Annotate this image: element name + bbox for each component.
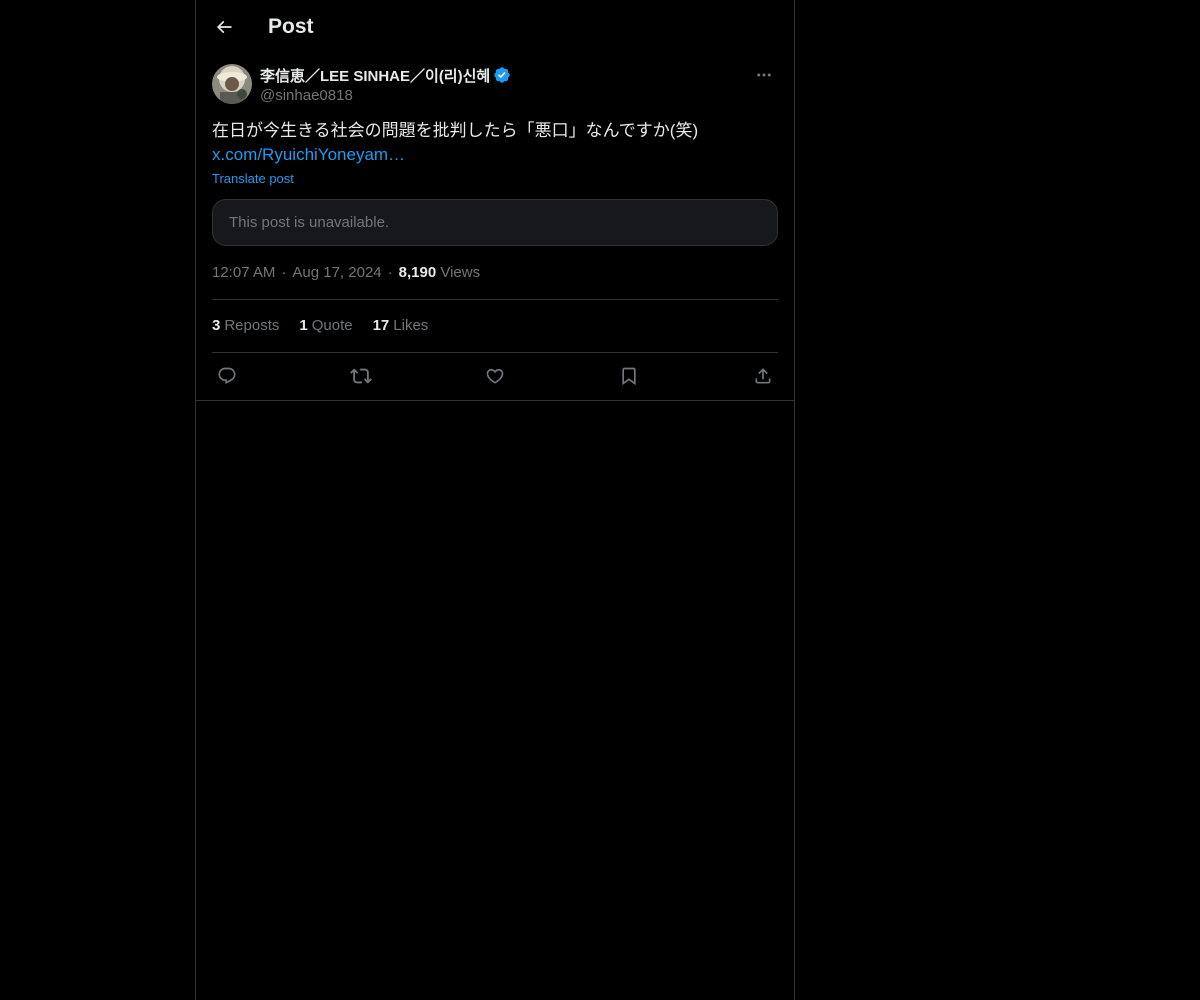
post-bottom-border xyxy=(196,400,794,401)
post-actions xyxy=(212,364,778,388)
reposts-stat[interactable]: 3 Reposts xyxy=(212,316,279,336)
translate-post-link[interactable]: Translate post xyxy=(212,170,294,188)
repost-icon xyxy=(350,368,372,384)
divider xyxy=(212,352,778,353)
likes-label: Likes xyxy=(393,317,429,334)
share-button[interactable] xyxy=(748,364,778,388)
author-info: 李信恵／LEE SINHAE／이(리)신혜 @sinhae0818 xyxy=(260,64,511,106)
post-link[interactable]: x.com/RyuichiYoneyam… xyxy=(212,145,405,164)
post-time[interactable]: 12:07 AM xyxy=(212,264,275,281)
divider xyxy=(212,299,778,300)
reply-icon xyxy=(218,367,236,385)
back-button[interactable] xyxy=(208,11,240,43)
post-text: 在日が今生きる社会の問題を批判したら「悪口」なんですか(笑) x.com/Ryu… xyxy=(212,119,778,167)
more-horizontal-icon xyxy=(757,73,771,77)
share-icon xyxy=(755,368,771,384)
avatar[interactable] xyxy=(212,64,252,104)
reply-button[interactable] xyxy=(212,364,242,388)
views-label: Views xyxy=(440,264,481,281)
bookmark-button[interactable] xyxy=(614,364,644,388)
quotes-count: 1 xyxy=(299,317,308,334)
avatar-image xyxy=(212,64,252,104)
reposts-label: Reposts xyxy=(224,317,280,334)
unavailable-message: This post is unavailable. xyxy=(229,214,390,231)
quoted-post-unavailable: This post is unavailable. xyxy=(212,199,778,246)
main-column: Post 李信恵／LEE SINHAE／이(리)신혜 @sinhae0818 在… xyxy=(195,0,795,1000)
post-body: 在日が今生きる社会の問題を批判したら「悪口」なんですか(笑) xyxy=(212,121,699,140)
more-options-button[interactable] xyxy=(750,64,778,86)
views-count: 8,190 xyxy=(398,264,437,281)
display-name[interactable]: 李信恵／LEE SINHAE／이(리)신혜 xyxy=(260,65,490,86)
arrow-left-icon xyxy=(216,20,232,34)
like-button[interactable] xyxy=(480,364,510,388)
likes-stat[interactable]: 17 Likes xyxy=(373,316,429,336)
post-stats: 3 Reposts 1 Quote 17 Likes xyxy=(212,316,448,336)
post-meta: 12:07 AM · Aug 17, 2024 · 8,190 Views xyxy=(212,264,481,281)
post-date[interactable]: Aug 17, 2024 xyxy=(292,264,381,281)
author-handle[interactable]: @sinhae0818 xyxy=(260,86,511,106)
quotes-label: Quote xyxy=(311,317,353,334)
display-name-row: 李信恵／LEE SINHAE／이(리)신혜 xyxy=(260,64,511,86)
page-title: Post xyxy=(268,15,314,38)
like-icon xyxy=(486,368,504,384)
verified-badge-icon xyxy=(493,66,511,84)
reposts-count: 3 xyxy=(212,317,221,334)
likes-count: 17 xyxy=(372,317,390,334)
repost-button[interactable] xyxy=(346,364,376,388)
bookmark-icon xyxy=(622,367,636,386)
quotes-stat[interactable]: 1 Quote xyxy=(299,316,352,336)
page-header: Post xyxy=(196,0,794,53)
